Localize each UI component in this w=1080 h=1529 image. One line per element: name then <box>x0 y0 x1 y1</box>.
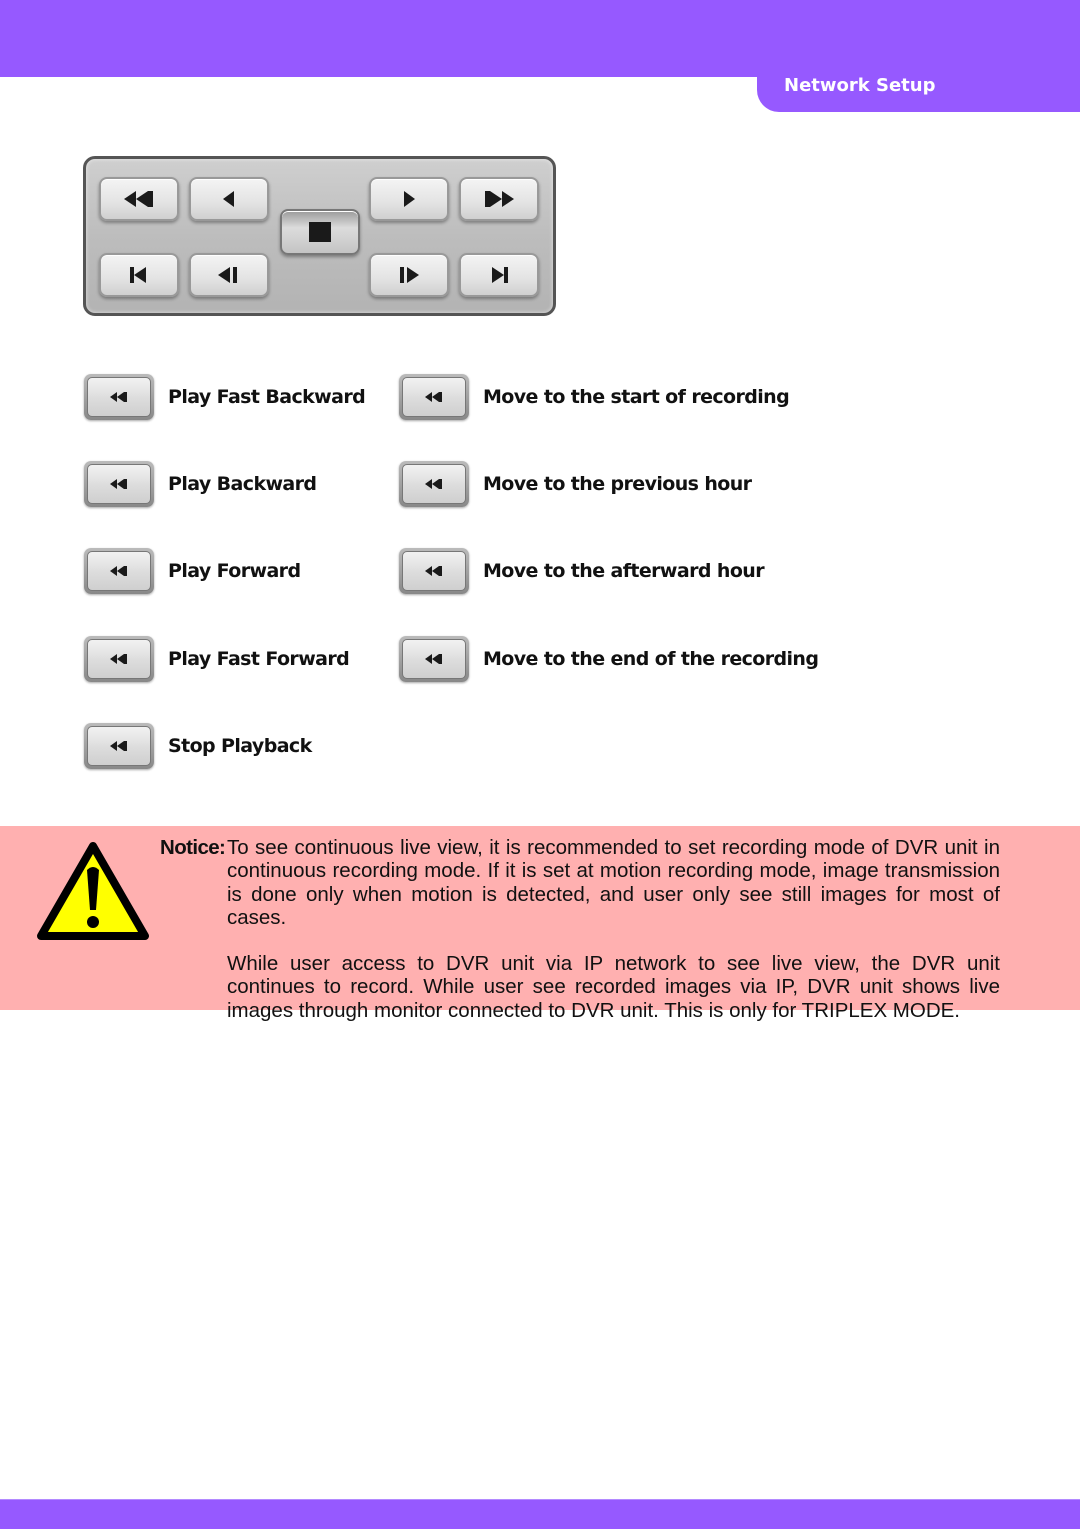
play-backward-button[interactable] <box>189 177 269 221</box>
legend-label: Play Forward <box>168 560 301 582</box>
play-forward-button[interactable] <box>369 177 449 221</box>
legend-label: Move to the afterward hour <box>483 560 765 582</box>
step-backward-icon <box>218 267 237 283</box>
fast-rewind-icon <box>110 392 127 402</box>
legend-item: Play Backward <box>84 461 317 507</box>
fast-rewind-icon <box>110 741 127 751</box>
section-tab: Network Setup <box>757 75 1080 112</box>
legend-item: Play Fast Forward <box>84 636 350 682</box>
skip-to-end-button[interactable] <box>459 253 539 297</box>
notice-paragraph-2: While user access to DVR unit via IP net… <box>227 952 1000 1022</box>
fast-forward-icon <box>485 191 514 207</box>
play-forward-icon <box>404 191 415 207</box>
legend-label: Play Backward <box>168 473 317 495</box>
legend-button-icon <box>84 723 154 769</box>
notice-text: Notice: To see continuous live view, it … <box>160 836 1000 1022</box>
legend-item: Move to the end of the recording <box>399 636 819 682</box>
legend-button-icon <box>399 374 469 420</box>
legend-button-icon <box>84 636 154 682</box>
fast-rewind-button[interactable] <box>99 177 179 221</box>
warning-icon <box>37 842 149 940</box>
fast-rewind-icon <box>425 566 442 576</box>
fast-forward-button[interactable] <box>459 177 539 221</box>
legend-label: Stop Playback <box>168 735 312 757</box>
legend-item: Move to the previous hour <box>399 461 752 507</box>
stop-icon <box>309 222 331 242</box>
skip-to-end-icon <box>492 267 508 283</box>
fast-rewind-icon <box>110 479 127 489</box>
legend-button-icon <box>84 461 154 507</box>
playback-control-panel <box>83 156 556 316</box>
play-backward-icon <box>223 191 234 207</box>
legend-label: Move to the previous hour <box>483 473 752 495</box>
skip-to-start-icon <box>130 267 146 283</box>
fast-rewind-icon <box>425 392 442 402</box>
next-hour-button[interactable] <box>369 253 449 297</box>
notice-label: Notice: <box>160 836 226 859</box>
legend-item: Play Fast Backward <box>84 374 366 420</box>
legend-item: Move to the start of recording <box>399 374 790 420</box>
fast-rewind-icon <box>425 479 442 489</box>
legend-button-icon <box>84 548 154 594</box>
footer-bar <box>0 1499 1080 1529</box>
legend-button-icon <box>399 636 469 682</box>
legend-item: Stop Playback <box>84 723 312 769</box>
notice-paragraph-1: To see continuous live view, it is recom… <box>227 836 1000 929</box>
previous-hour-button[interactable] <box>189 253 269 297</box>
legend-label: Play Fast Backward <box>168 386 366 408</box>
skip-to-start-button[interactable] <box>99 253 179 297</box>
legend-item: Play Forward <box>84 548 301 594</box>
legend-button-icon <box>399 461 469 507</box>
legend-button-icon <box>399 548 469 594</box>
legend-item: Move to the afterward hour <box>399 548 765 594</box>
fast-rewind-icon <box>110 654 127 664</box>
legend-label: Move to the start of recording <box>483 386 790 408</box>
step-forward-icon <box>400 267 419 283</box>
legend-button-icon <box>84 374 154 420</box>
legend-label: Play Fast Forward <box>168 648 350 670</box>
legend-label: Move to the end of the recording <box>483 648 819 670</box>
header-bar <box>0 0 1080 77</box>
stop-button[interactable] <box>280 209 360 255</box>
fast-rewind-icon <box>124 191 153 207</box>
section-title: Network Setup <box>784 75 936 96</box>
fast-rewind-icon <box>110 566 127 576</box>
fast-rewind-icon <box>425 654 442 664</box>
